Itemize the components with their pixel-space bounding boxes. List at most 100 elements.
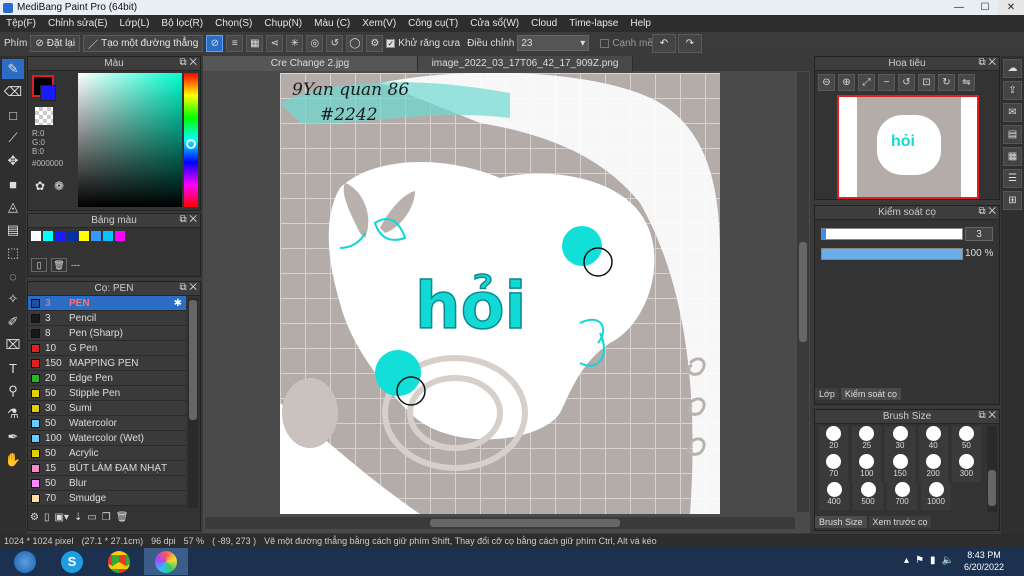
menu-timelapse[interactable]: Time-lapse <box>563 18 624 29</box>
close-button[interactable]: ✕ <box>998 0 1024 15</box>
brush-item[interactable]: 50 Acrylic <box>28 446 186 461</box>
canvas-horizontal-scroll-thumb[interactable] <box>430 519 620 527</box>
grid-ruler-icon[interactable]: ▦ <box>246 34 264 52</box>
brush-list-scrollbar[interactable] <box>188 298 198 508</box>
menu-tools[interactable]: Công cụ(T) <box>402 18 464 29</box>
brush-size-value[interactable]: 3 <box>965 227 993 241</box>
zoom-out-icon[interactable]: ⊖ <box>818 74 835 91</box>
menu-select[interactable]: Chọn(S) <box>209 18 258 29</box>
redo-button[interactable]: ↷ <box>678 34 702 53</box>
brush-item[interactable]: 150 MAPPING PEN <box>28 356 186 371</box>
trash-icon[interactable]: 🗑 <box>51 258 67 272</box>
select-eraser-icon[interactable]: ⌧ <box>2 335 24 355</box>
minimize-button[interactable]: — <box>946 0 972 15</box>
palette-swatch[interactable] <box>43 231 53 241</box>
menu-color[interactable]: Màu (C) <box>308 18 356 29</box>
adjust-select[interactable]: 23 ▾ <box>517 35 590 51</box>
menu-cloud[interactable]: Cloud <box>525 18 563 29</box>
brush-item[interactable]: 100 Watercolor (Wet) <box>28 431 186 446</box>
flip-icon[interactable]: ⇋ <box>958 74 975 91</box>
brush-item[interactable]: 50 Watercolor <box>28 416 186 431</box>
menu-file[interactable]: Tệp(F) <box>0 18 42 29</box>
opacity-slider[interactable] <box>821 248 963 260</box>
brush-item[interactable]: 20 Edge Pen <box>28 371 186 386</box>
magic-wand-icon[interactable]: ✧ <box>2 289 24 309</box>
transparent-swatch[interactable] <box>35 107 53 125</box>
tab-cre-change[interactable]: Cre Change 2.jpg <box>203 56 418 71</box>
brush-tool-icon[interactable]: ✎ <box>2 59 24 79</box>
tab-brush-preview[interactable]: Xem trước cọ <box>868 516 932 528</box>
panel-controls-icon[interactable]: ⧉ ✕ <box>978 57 996 68</box>
brush-size-preset[interactable]: 200 <box>918 454 948 482</box>
brush-item[interactable]: 70 Smudge <box>28 491 186 506</box>
maximize-button[interactable]: ☐ <box>972 0 998 15</box>
flag-icon[interactable]: ⚑ <box>915 555 924 566</box>
curve-ruler-icon[interactable]: ↺ <box>326 34 344 52</box>
canvas-vertical-scrollbar[interactable] <box>797 72 809 512</box>
menu-snap[interactable]: Chụp(N) <box>258 18 308 29</box>
canvas-horizontal-scrollbar[interactable] <box>205 517 795 529</box>
brush-item[interactable]: 50 Blur <box>28 476 186 491</box>
brush-size-preset[interactable]: 1000 <box>921 482 951 510</box>
palette-swatch[interactable] <box>31 231 41 241</box>
fit-icon[interactable]: ⤢ <box>858 74 875 91</box>
page-icon[interactable]: ▦ <box>1003 147 1022 166</box>
saturation-value-picker[interactable] <box>78 73 182 207</box>
brush-item[interactable]: 3 Pencil <box>28 311 186 326</box>
radial-ruler-icon[interactable]: ✳ <box>286 34 304 52</box>
panel-controls-icon[interactable]: ⧉ ✕ <box>179 282 197 293</box>
brush-item[interactable]: 30 Sumi <box>28 401 186 416</box>
straight-line-button[interactable]: ／ Tạo một đường thẳng <box>83 34 204 52</box>
chrome-taskbar-button[interactable] <box>97 548 141 575</box>
brush-size-preset[interactable]: 30 <box>885 426 915 454</box>
brush-size-preset[interactable]: 70 <box>819 454 849 482</box>
gear-icon[interactable]: ✱ <box>174 298 182 309</box>
fill-rect-tool-icon[interactable]: ■ <box>2 174 24 194</box>
network-icon[interactable]: ▮ <box>930 555 936 566</box>
concentric-ruler-icon[interactable]: ◎ <box>306 34 324 52</box>
brush-item[interactable]: 50 Stipple Pen <box>28 386 186 401</box>
brush-settings-icon[interactable]: ⚙ <box>30 512 39 523</box>
brush-size-preset[interactable]: 700 <box>887 482 917 510</box>
eraser-tool-icon[interactable]: ⌫ <box>2 82 24 102</box>
undo-button[interactable]: ↶ <box>652 34 676 53</box>
canvas-vertical-scroll-thumb[interactable] <box>799 242 807 342</box>
import-brush-icon[interactable]: ⇣ <box>74 512 82 523</box>
brush-size-scrollbar[interactable] <box>987 426 997 512</box>
select-tool-icon[interactable]: ⬚ <box>2 243 24 263</box>
hue-handle[interactable] <box>186 139 196 149</box>
comment-icon[interactable]: ✉ <box>1003 103 1022 122</box>
palette-icon[interactable]: ✿ <box>35 179 45 193</box>
brush-list-scroll-thumb[interactable] <box>189 300 197 420</box>
zoom-in-icon[interactable]: ⊕ <box>838 74 855 91</box>
new-brush-icon[interactable]: ▯ <box>44 512 50 523</box>
perspective-ruler-icon[interactable]: ⋖ <box>266 34 284 52</box>
tab-layer[interactable]: Lớp <box>815 388 839 400</box>
brush-size-preset[interactable]: 150 <box>885 454 915 482</box>
brush-item[interactable]: 15 BÚT LÀM ĐẠM NHẠT <box>28 461 186 476</box>
volume-icon[interactable]: 🔈 <box>942 555 954 566</box>
layers-icon[interactable]: ▤ <box>1003 125 1022 144</box>
menu-help[interactable]: Help <box>624 18 657 29</box>
brush-size-preset[interactable]: 20 <box>819 426 849 454</box>
divide-tool-icon[interactable]: ⚲ <box>2 381 24 401</box>
tab-brush-control[interactable]: Kiểm soát cọ <box>840 388 901 400</box>
select-pen-icon[interactable]: ✐ <box>2 312 24 332</box>
clock[interactable]: 8:43 PM 6/20/2022 <box>964 549 1004 573</box>
antialias-toggle[interactable]: ✓ Khử răng cưa <box>386 38 460 49</box>
palette-swatch[interactable] <box>115 231 125 241</box>
new-page-icon[interactable]: ▯ <box>31 258 47 272</box>
add-brush-icon[interactable]: ▣▾ <box>54 512 68 523</box>
panel-controls-icon[interactable]: ⧉ ✕ <box>978 410 996 421</box>
panel-controls-icon[interactable]: ⧉ ✕ <box>179 214 197 225</box>
brush-size-preset[interactable]: 500 <box>853 482 883 510</box>
menu-layer[interactable]: Lớp(L) <box>114 18 156 29</box>
gradient-tool-icon[interactable]: ▤ <box>2 220 24 240</box>
secondary-color-swatch[interactable] <box>40 85 56 101</box>
skype-taskbar-button[interactable]: S <box>50 548 94 575</box>
duplicate-icon[interactable]: ❐ <box>102 512 111 523</box>
palette-swatch[interactable] <box>55 231 65 241</box>
brush-item[interactable]: 10 G Pen <box>28 341 186 356</box>
panel-controls-icon[interactable]: ⧉ ✕ <box>179 57 197 68</box>
palette-swatch[interactable] <box>103 231 113 241</box>
